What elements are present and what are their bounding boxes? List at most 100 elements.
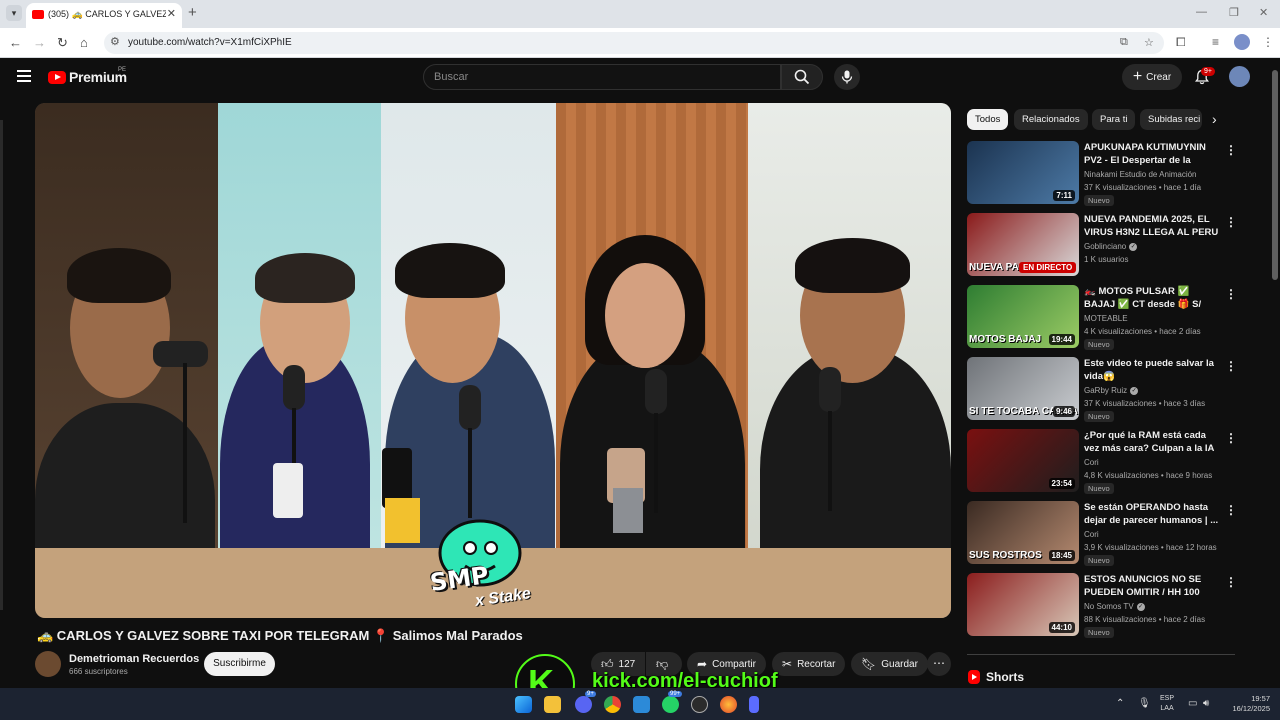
file-explorer-icon[interactable]	[544, 696, 561, 713]
channel-avatar[interactable]	[35, 651, 61, 677]
more-options-icon[interactable]: ⋮	[1225, 215, 1237, 229]
chrome-icon[interactable]	[604, 696, 621, 713]
tab-close-icon[interactable]: ✕	[167, 7, 176, 20]
recommendation-title[interactable]: Este video te puede salvar la vida😱	[1084, 357, 1222, 383]
browser-tab[interactable]: (305) 🚕 CARLOS Y GALVEZ ✕	[26, 3, 182, 28]
reading-list-icon[interactable]: ≡	[1212, 35, 1219, 49]
thumbnail-caption: SUS ROSTROS	[969, 550, 1042, 561]
recommendation-item[interactable]: MOTOS BAJAJ 19:44 🏍️ MOTOS PULSAR ✅ BAJAJ …	[967, 285, 1239, 353]
network-icon[interactable]: ▭	[1188, 698, 1197, 709]
clip-button[interactable]: ✂ Recortar	[772, 652, 846, 676]
window-close-icon[interactable]: ✕	[1259, 6, 1268, 19]
tab-search-icon[interactable]: ▾	[6, 5, 22, 21]
chevron-right-icon[interactable]: ›	[1212, 111, 1217, 127]
recommendation-channel[interactable]: No Somos TV ✓	[1084, 602, 1145, 611]
recommendation-channel[interactable]: Goblinciano ✓	[1084, 242, 1138, 251]
restore-icon[interactable]: ❐	[1229, 6, 1239, 19]
youtube-premium-logo[interactable]: Premium	[48, 69, 127, 85]
save-button[interactable]: 🔖︎ Guardar	[851, 652, 928, 676]
volume-icon[interactable]: 🔊︎	[1203, 698, 1209, 709]
new-tab-icon[interactable]: +	[188, 4, 197, 21]
video-thumbnail[interactable]: SUS ROSTROS 18:45	[967, 501, 1079, 564]
forward-icon[interactable]: →	[33, 35, 46, 50]
recommendation-channel[interactable]: GaRby Ruiz ✓	[1084, 386, 1139, 395]
create-button[interactable]: + Crear	[1122, 64, 1182, 90]
chip-subidas[interactable]: Subidas reci	[1140, 109, 1202, 130]
more-actions-icon[interactable]: ⋯	[927, 652, 951, 676]
language-indicator[interactable]: ESP LAA	[1160, 694, 1174, 714]
more-options-icon[interactable]: ⋮	[1225, 575, 1237, 589]
video-thumbnail[interactable]: MOTOS BAJAJ 19:44	[967, 285, 1079, 348]
more-options-icon[interactable]: ⋮	[1225, 503, 1237, 517]
tray-mic-icon[interactable]: 🎙︎	[1138, 698, 1151, 709]
system-clock[interactable]: 19:57 16/12/2025	[1224, 694, 1270, 714]
recommendation-title[interactable]: NUEVA PANDEMIA 2025, EL VIRUS H3N2 LLEGA…	[1084, 213, 1222, 239]
page-scrollbar[interactable]	[1272, 70, 1278, 280]
recommendation-item[interactable]: SUS ROSTROS 18:45 Se están OPERANDO hasta …	[967, 501, 1239, 569]
tray-overflow-icon[interactable]: ⌃	[1116, 698, 1124, 709]
more-options-icon[interactable]: ⋮	[1225, 287, 1237, 301]
vscode-icon[interactable]	[633, 696, 650, 713]
search-button[interactable]	[781, 64, 823, 90]
video-thumbnail[interactable]: NUEVA PANDEMIA EN DIRECTO	[967, 213, 1079, 276]
chrome-menu-icon[interactable]: ⋮	[1262, 35, 1274, 49]
more-options-icon[interactable]: ⋮	[1225, 431, 1237, 445]
browser-tabbar: ▾ (305) 🚕 CARLOS Y GALVEZ ✕ + — ❐ ✕	[0, 0, 1280, 28]
steam-icon[interactable]	[691, 696, 708, 713]
reload-icon[interactable]: ↻	[57, 35, 68, 51]
recommendation-meta: 4 K visualizaciones • hace 2 días	[1084, 327, 1201, 336]
voice-search-button[interactable]	[834, 64, 860, 90]
bookmark-star-icon[interactable]: ☆	[1144, 36, 1154, 49]
site-info-icon[interactable]: ⚙	[110, 35, 120, 48]
video-thumbnail[interactable]: 23:54	[967, 429, 1079, 492]
recommendation-title[interactable]: 🏍️ MOTOS PULSAR ✅ BAJAJ ✅ CT desde 🎁 S/ …	[1084, 285, 1222, 311]
back-icon[interactable]: ←	[9, 35, 22, 50]
menu-icon[interactable]	[17, 70, 31, 82]
share-icon: ➦	[697, 657, 708, 671]
recommendation-channel[interactable]: MOTEABLE	[1084, 314, 1128, 323]
recommendation-item[interactable]: 23:54 ¿Por qué la RAM está cada vez más c…	[967, 429, 1239, 497]
channel-name[interactable]: Demetrioman Recuerdos	[69, 653, 199, 665]
extensions-icon[interactable]: ⧠	[1176, 35, 1186, 50]
discord-icon[interactable]	[575, 696, 592, 713]
recommendation-channel[interactable]: Cori	[1084, 530, 1099, 539]
new-badge: Nuevo	[1084, 555, 1114, 566]
video-player[interactable]: SMP x Stake	[35, 103, 951, 618]
video-thumbnail[interactable]: 44:10	[967, 573, 1079, 636]
chip-todos[interactable]: Todos	[967, 109, 1009, 130]
video-thumbnail[interactable]: SI TE TOCABA CARNA 9:46	[967, 357, 1079, 420]
bookmark-icon: 🔖︎	[861, 657, 877, 671]
microphone-icon	[841, 70, 853, 84]
more-options-icon[interactable]: ⋮	[1225, 359, 1237, 373]
thumbnail-caption: MOTOS BAJAJ	[969, 334, 1042, 345]
subscribe-button[interactable]: Suscribirme	[204, 652, 275, 676]
recommendation-item[interactable]: 44:10 ESTOS ANUNCIOS NO SE PUEDEN OMITIR …	[967, 573, 1239, 641]
minimize-icon[interactable]: —	[1196, 6, 1207, 18]
recommendation-title[interactable]: APUKUNAPA KUTIMUYNIN PV2 - El Despertar …	[1084, 141, 1222, 167]
phone-stand-white	[273, 463, 303, 518]
recommendation-channel[interactable]: Ninakami Estudio de Animación	[1084, 170, 1197, 179]
recommendation-item[interactable]: 7:11 APUKUNAPA KUTIMUYNIN PV2 - El Desper…	[967, 141, 1239, 209]
recommendation-channel[interactable]: Cori	[1084, 458, 1099, 467]
recommendation-title[interactable]: Se están OPERANDO hasta dejar de parecer…	[1084, 501, 1222, 527]
shorts-header[interactable]: Shorts	[968, 670, 1024, 684]
whatsapp-icon[interactable]	[662, 696, 679, 713]
profile-avatar[interactable]	[1234, 34, 1250, 50]
home-icon[interactable]: ⌂	[80, 35, 88, 50]
recommendation-item[interactable]: NUEVA PANDEMIA EN DIRECTO NUEVA PANDEMIA 2…	[967, 213, 1239, 281]
chip-relacionados[interactable]: Relacionados	[1014, 109, 1088, 130]
search-input[interactable]: Buscar	[423, 64, 781, 90]
firefox-icon[interactable]	[720, 696, 737, 713]
account-avatar[interactable]	[1229, 66, 1250, 87]
install-app-icon[interactable]: ⧉	[1120, 36, 1128, 49]
video-thumbnail[interactable]: 7:11	[967, 141, 1079, 204]
video-duration: 18:45	[1048, 550, 1075, 561]
recommendation-item[interactable]: SI TE TOCABA CARNA 9:46 Este video te pued…	[967, 357, 1239, 425]
omnibox[interactable]: ⚙ youtube.com/watch?v=X1mfCiXPhIE ⧉ ☆	[104, 32, 1164, 54]
recommendation-title[interactable]: ¿Por qué la RAM está cada vez más cara? …	[1084, 429, 1222, 455]
app-icon[interactable]	[749, 696, 759, 713]
windows-start-icon[interactable]	[515, 696, 532, 713]
recommendation-title[interactable]: ESTOS ANUNCIOS NO SE PUEDEN OMITIR / HH …	[1084, 573, 1222, 599]
chip-para-ti[interactable]: Para ti	[1092, 109, 1136, 130]
more-options-icon[interactable]: ⋮	[1225, 143, 1237, 157]
